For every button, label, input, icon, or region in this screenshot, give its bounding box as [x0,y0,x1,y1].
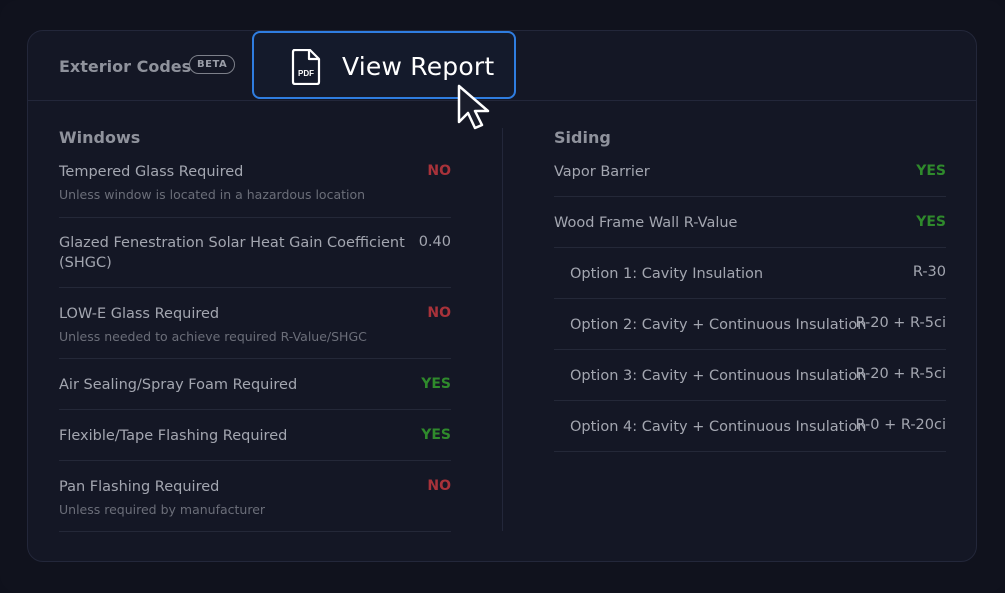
siding-option-row: Option 2: Cavity + Continuous Insulation… [554,315,946,350]
row-label: Glazed Fenestration Solar Heat Gain Coef… [59,235,405,251]
column-divider [502,128,503,531]
row-label: Option 4: Cavity + Continuous Insulation [570,419,867,435]
row-sublabel: Unless needed to achieve required R-Valu… [59,329,367,344]
windows-row: Air Sealing/Spray Foam Required YES [59,375,451,410]
panel-title: Exterior Codes [59,57,192,76]
siding-option-row: Option 1: Cavity Insulation R-30 [554,264,946,299]
row-label: Option 1: Cavity Insulation [570,266,764,282]
view-report-label: View Report [342,52,495,81]
row-value: NO [427,305,451,321]
row-label: Tempered Glass Required [59,164,244,180]
row-value: R-20 + R-5ci [855,366,946,382]
windows-row: Glazed Fenestration Solar Heat Gain Coef… [59,233,451,288]
row-value: 0.40 [418,234,451,250]
row-value: YES [421,376,451,392]
row-label-line2: (SHGC) [59,255,112,271]
pdf-file-icon: PDF [291,49,321,85]
row-label: Air Sealing/Spray Foam Required [59,377,298,393]
row-value: YES [916,163,946,179]
row-label: Option 3: Cavity + Continuous Insulation [570,368,867,384]
windows-row: Flexible/Tape Flashing Required YES [59,426,451,461]
windows-row: LOW-E Glass Required Unless needed to ac… [59,304,451,359]
pdf-icon-text: PDF [298,69,314,78]
row-value: YES [421,427,451,443]
siding-row: Vapor Barrier YES [554,162,946,197]
row-value: YES [916,214,946,230]
row-label: Pan Flashing Required [59,479,220,495]
row-sublabel: Unless required by manufacturer [59,502,266,517]
row-label: Vapor Barrier [554,164,650,180]
row-sublabel: Unless window is located in a hazardous … [59,187,366,202]
row-label: Flexible/Tape Flashing Required [59,428,288,444]
row-value: NO [427,163,451,179]
siding-section-title: Siding [554,128,611,147]
row-value: R-0 + R-20ci [855,417,946,433]
row-value: R-30 [912,264,946,280]
siding-option-row: Option 4: Cavity + Continuous Insulation… [554,417,946,452]
siding-option-row: Option 3: Cavity + Continuous Insulation… [554,366,946,401]
windows-section-title: Windows [59,128,141,147]
mouse-pointer-icon [457,84,490,130]
beta-badge: BETA [189,55,236,74]
row-value: R-20 + R-5ci [855,315,946,331]
row-label: Wood Frame Wall R-Value [554,215,738,231]
windows-row: Pan Flashing Required Unless required by… [59,477,451,532]
row-label: LOW-E Glass Required [59,306,220,322]
row-label: Option 2: Cavity + Continuous Insulation [570,317,867,333]
windows-row: Tempered Glass Required Unless window is… [59,162,451,218]
row-value: NO [427,478,451,494]
siding-row: Wood Frame Wall R-Value YES [554,213,946,248]
